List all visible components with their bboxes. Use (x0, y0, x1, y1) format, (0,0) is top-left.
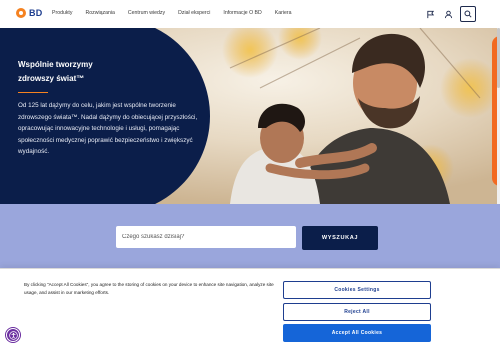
bd-logo[interactable]: BD (16, 8, 42, 18)
main-nav: Produkty Rozwiązania Centrum wiedzy Dzia… (52, 10, 304, 16)
reject-all-button[interactable]: Reject All (283, 303, 431, 321)
hero-divider (18, 92, 48, 93)
nav-item-centrum-wiedzy[interactable]: Centrum wiedzy (128, 10, 165, 16)
bd-logo-icon (16, 8, 26, 18)
hero-body: Od 125 lat dążymy do celu, jakim jest ws… (18, 102, 198, 156)
search-icon (464, 10, 472, 18)
nav-item-rozwiazania[interactable]: Rozwiązania (85, 10, 114, 16)
accessibility-button[interactable] (6, 328, 20, 342)
logo-text: BD (29, 8, 43, 18)
nav-item-produkty[interactable]: Produkty (52, 10, 72, 16)
user-icon[interactable] (442, 8, 454, 20)
hero-section: Wspólnie tworzymy zdrowszy świat™ Od 125… (0, 28, 500, 204)
cookies-settings-button[interactable]: Cookies Settings (283, 281, 431, 299)
search-input[interactable] (116, 226, 296, 248)
accept-all-cookies-button[interactable]: Accept All Cookies (283, 324, 431, 342)
hero-title: Wspólnie tworzymy zdrowszy świat™ (18, 58, 138, 86)
nav-item-informacje-o-bd[interactable]: Informacje O BD (223, 10, 261, 16)
accessibility-icon (8, 330, 18, 340)
nav-item-dzial-eksperci[interactable]: Dział eksperci (178, 10, 210, 16)
site-header: BD Produkty Rozwiązania Centrum wiedzy D… (0, 0, 500, 28)
hero-title-line1: Wspólnie tworzymy (18, 60, 93, 69)
search-band: WYSZUKAJ (0, 204, 500, 268)
nav-item-kariera[interactable]: Kariera (275, 10, 292, 16)
hero-title-line2: zdrowszy świat™ (18, 74, 85, 83)
search-submit-button[interactable]: WYSZUKAJ (302, 226, 378, 250)
header-search-button[interactable] (460, 6, 476, 22)
header-icons (424, 6, 476, 22)
cookie-banner: By clicking "Accept All Cookies", you ag… (0, 268, 500, 348)
cookie-message: By clicking "Accept All Cookies", you ag… (24, 282, 274, 295)
flag-icon[interactable] (424, 8, 436, 20)
